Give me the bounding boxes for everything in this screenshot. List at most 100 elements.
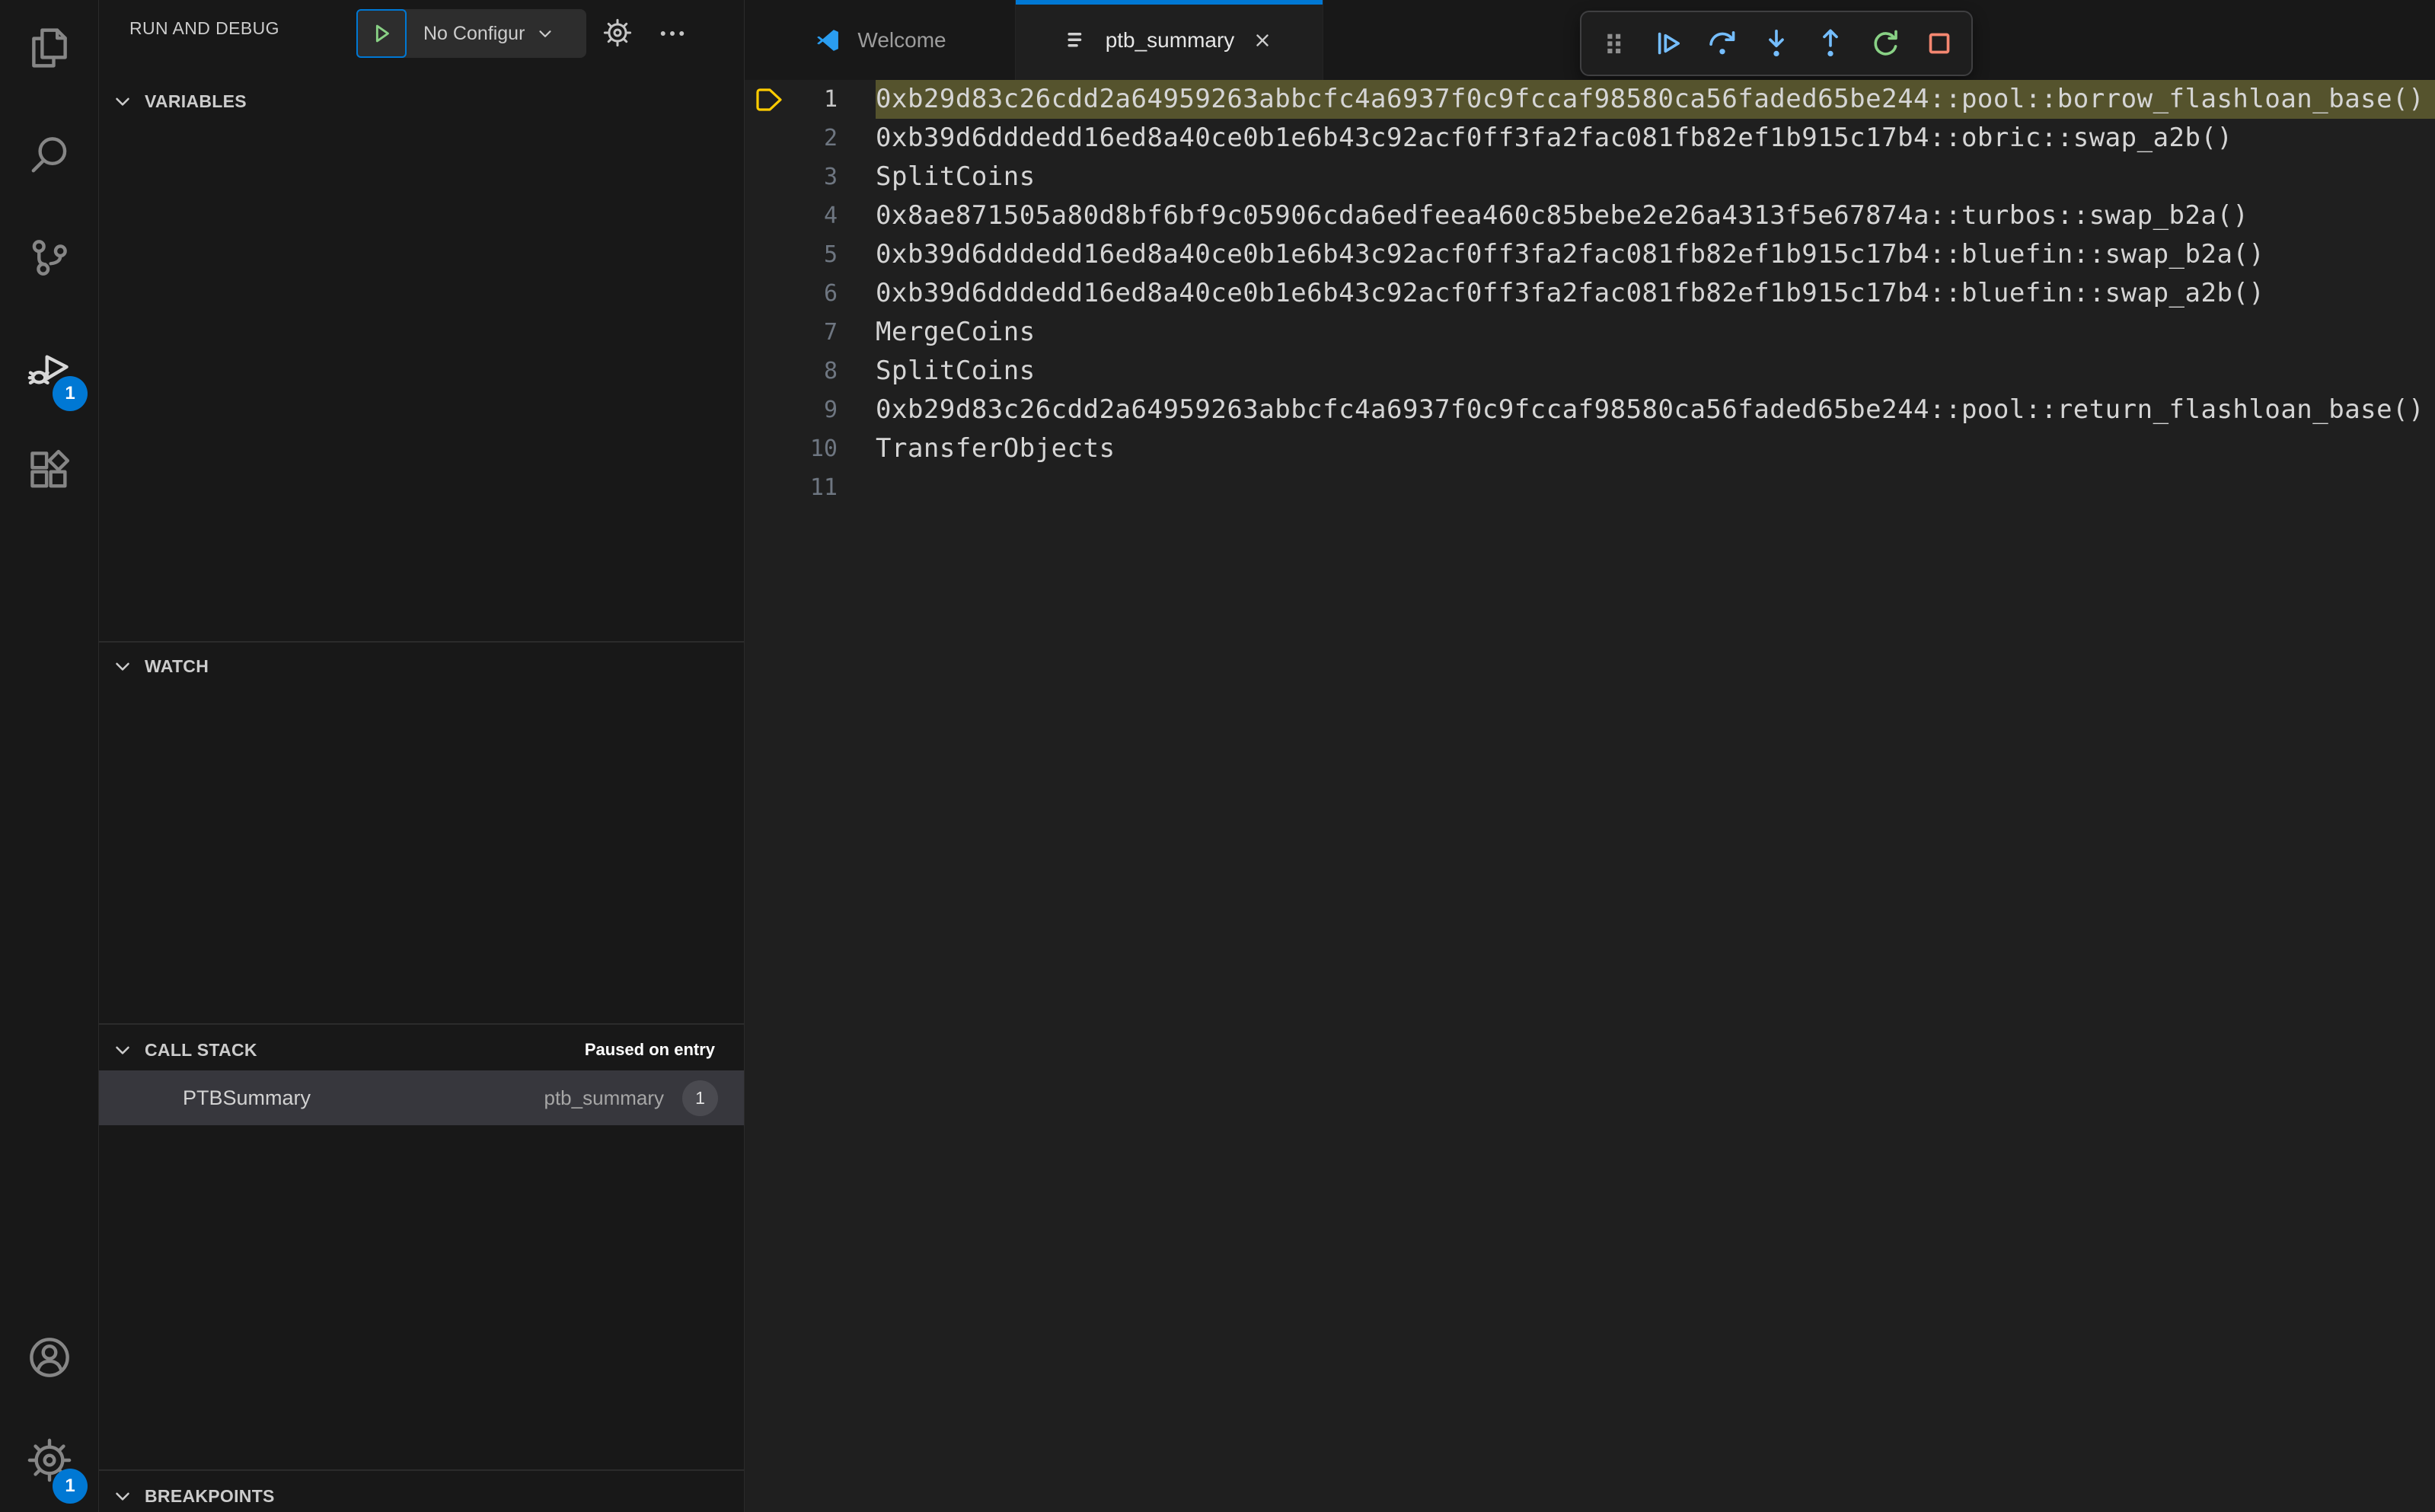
- line-number: 8: [823, 358, 838, 384]
- launch-configuration-label: No Configur: [423, 22, 525, 44]
- extensions-icon: [24, 445, 75, 499]
- activity-item-settings[interactable]: 1: [0, 1412, 98, 1511]
- call-stack-frames: PTBSummary ptb_summary 1: [99, 1070, 744, 1125]
- call-stack-section-label: CALL STACK: [145, 1039, 257, 1060]
- chevron-down-icon: [539, 30, 551, 37]
- line-text: TransferObjects: [876, 433, 1115, 464]
- variables-section-header[interactable]: VARIABLES: [99, 79, 744, 123]
- chevron-down-icon: [111, 1038, 134, 1061]
- watch-section-label: WATCH: [145, 656, 209, 676]
- activity-item-account[interactable]: [0, 1309, 98, 1408]
- code-line[interactable]: 11: [745, 468, 2435, 507]
- breakpoints-section-header[interactable]: BREAKPOINTS: [99, 1474, 744, 1512]
- restart-icon: [1874, 30, 1897, 56]
- line-number: 5: [823, 241, 838, 268]
- line-number: 3: [823, 164, 838, 190]
- gear-icon: [603, 18, 632, 47]
- code-line[interactable]: 8 SplitCoins: [745, 352, 2435, 391]
- code-line[interactable]: 3 SplitCoins: [745, 158, 2435, 196]
- line-text: 0xb39d6dddedd16ed8a40ce0b1e6b43c92acf0ff…: [876, 278, 2265, 308]
- launch-configuration-dropdown[interactable]: No Configur: [407, 9, 586, 58]
- line-text: 0xb39d6dddedd16ed8a40ce0b1e6b43c92acf0ff…: [876, 239, 2265, 270]
- frame-badge: 1: [682, 1080, 718, 1116]
- step-into-button[interactable]: [1750, 16, 1802, 71]
- activity-item-extensions[interactable]: [0, 423, 98, 522]
- ellipsis-icon: [660, 31, 685, 36]
- explorer-icon: [24, 23, 75, 77]
- gripper-icon: [1607, 33, 1620, 54]
- account-icon: [24, 1332, 75, 1386]
- breakpoints-section-label: BREAKPOINTS: [145, 1485, 275, 1506]
- code-line[interactable]: 2 0xb39d6dddedd16ed8a40ce0b1e6b43c92acf0…: [745, 119, 2435, 158]
- list-file-icon: [1068, 32, 1081, 47]
- paused-status-text: Paused on entry: [584, 1040, 715, 1059]
- section-divider: [99, 1469, 744, 1471]
- tab-ptb-summary-label: ptb_summary: [1105, 27, 1235, 52]
- section-divider: [99, 1023, 744, 1025]
- line-number: 7: [823, 319, 838, 346]
- activity-item-source-control[interactable]: [0, 209, 98, 308]
- activity-item-search[interactable]: [0, 107, 98, 206]
- start-debugging-button[interactable]: [356, 9, 407, 58]
- sidebar-title: RUN AND DEBUG: [129, 18, 279, 38]
- frame-name: PTBSummary: [183, 1086, 311, 1109]
- step-over-icon: [1709, 30, 1734, 55]
- editor-area: Welcome ptb_summary 1 0xb29d83c26cdd2a64…: [745, 0, 2435, 1512]
- line-number: 4: [823, 203, 838, 229]
- code-lines: 1 0xb29d83c26cdd2a64959263abbcfc4a6937f0…: [745, 80, 2435, 507]
- launch-controls: No Configur: [356, 9, 586, 58]
- open-launch-json-button[interactable]: [602, 17, 635, 50]
- line-number: 1: [823, 86, 838, 113]
- code-line[interactable]: 7 MergeCoins: [745, 313, 2435, 352]
- line-text: 0xb29d83c26cdd2a64959263abbcfc4a6937f0c9…: [876, 394, 2425, 425]
- views-more-actions-button[interactable]: [655, 17, 690, 50]
- frame-meta: ptb_summary 1: [544, 1080, 718, 1116]
- call-stack-section-header[interactable]: CALL STACK Paused on entry: [99, 1028, 744, 1072]
- step-over-button[interactable]: [1696, 16, 1747, 71]
- tab-welcome-label: Welcome: [857, 27, 946, 52]
- continue-button[interactable]: [1642, 16, 1693, 71]
- activity-item-run-debug[interactable]: 1: [0, 320, 98, 419]
- toolbar-drag-handle[interactable]: [1588, 16, 1639, 71]
- line-text: 0xb29d83c26cdd2a64959263abbcfc4a6937f0c9…: [876, 80, 2435, 119]
- step-out-icon: [1823, 29, 1839, 57]
- activity-item-explorer[interactable]: [0, 0, 98, 99]
- code-line[interactable]: 9 0xb29d83c26cdd2a64959263abbcfc4a6937f0…: [745, 391, 2435, 429]
- continue-icon: [1658, 32, 1680, 55]
- tab-ptb-summary[interactable]: ptb_summary: [1016, 0, 1323, 80]
- search-icon: [24, 129, 75, 183]
- vscode-window: 1 1 RUN AND DEBUG No Configur VARIABLES …: [0, 0, 2435, 1512]
- code-line[interactable]: 6 0xb39d6dddedd16ed8a40ce0b1e6b43c92acf0…: [745, 274, 2435, 313]
- variables-section-label: VARIABLES: [145, 91, 247, 111]
- step-into-icon: [1769, 29, 1784, 57]
- watch-section-header[interactable]: WATCH: [99, 644, 744, 688]
- chevron-down-icon: [111, 1485, 134, 1507]
- line-number: 2: [823, 125, 838, 152]
- chevron-down-icon: [111, 655, 134, 678]
- stop-button[interactable]: [1914, 16, 1965, 71]
- line-number: 11: [809, 474, 838, 501]
- play-icon: [375, 24, 389, 43]
- sidebar-header: RUN AND DEBUG No Configur: [99, 0, 744, 73]
- line-text: SplitCoins: [876, 356, 1036, 386]
- line-number: 6: [823, 280, 838, 307]
- source-control-icon: [24, 232, 75, 286]
- close-icon: [1256, 33, 1269, 46]
- step-out-button[interactable]: [1805, 16, 1856, 71]
- line-text: 0xb39d6dddedd16ed8a40ce0b1e6b43c92acf0ff…: [876, 123, 2233, 153]
- chevron-down-icon: [111, 90, 134, 113]
- code-line[interactable]: 1 0xb29d83c26cdd2a64959263abbcfc4a6937f0…: [745, 80, 2435, 119]
- line-text: 0x8ae871505a80d8bf6bf9c05906cda6edfeea46…: [876, 200, 2249, 231]
- call-stack-frame[interactable]: PTBSummary ptb_summary 1: [99, 1070, 744, 1125]
- code-line[interactable]: 5 0xb39d6dddedd16ed8a40ce0b1e6b43c92acf0…: [745, 235, 2435, 274]
- settings-badge: 1: [53, 1469, 88, 1504]
- frame-source: ptb_summary: [544, 1086, 665, 1109]
- code-line[interactable]: 4 0x8ae871505a80d8bf6bf9c05906cda6edfeea…: [745, 196, 2435, 235]
- close-tab-button[interactable]: [1249, 27, 1275, 53]
- tab-welcome[interactable]: Welcome: [745, 0, 1016, 80]
- run-debug-sidebar: RUN AND DEBUG No Configur VARIABLES WATC…: [99, 0, 745, 1512]
- line-number: 10: [809, 435, 838, 462]
- debug-toolbar: [1580, 11, 1973, 76]
- code-line[interactable]: 10 TransferObjects: [745, 429, 2435, 468]
- restart-button[interactable]: [1859, 16, 1910, 71]
